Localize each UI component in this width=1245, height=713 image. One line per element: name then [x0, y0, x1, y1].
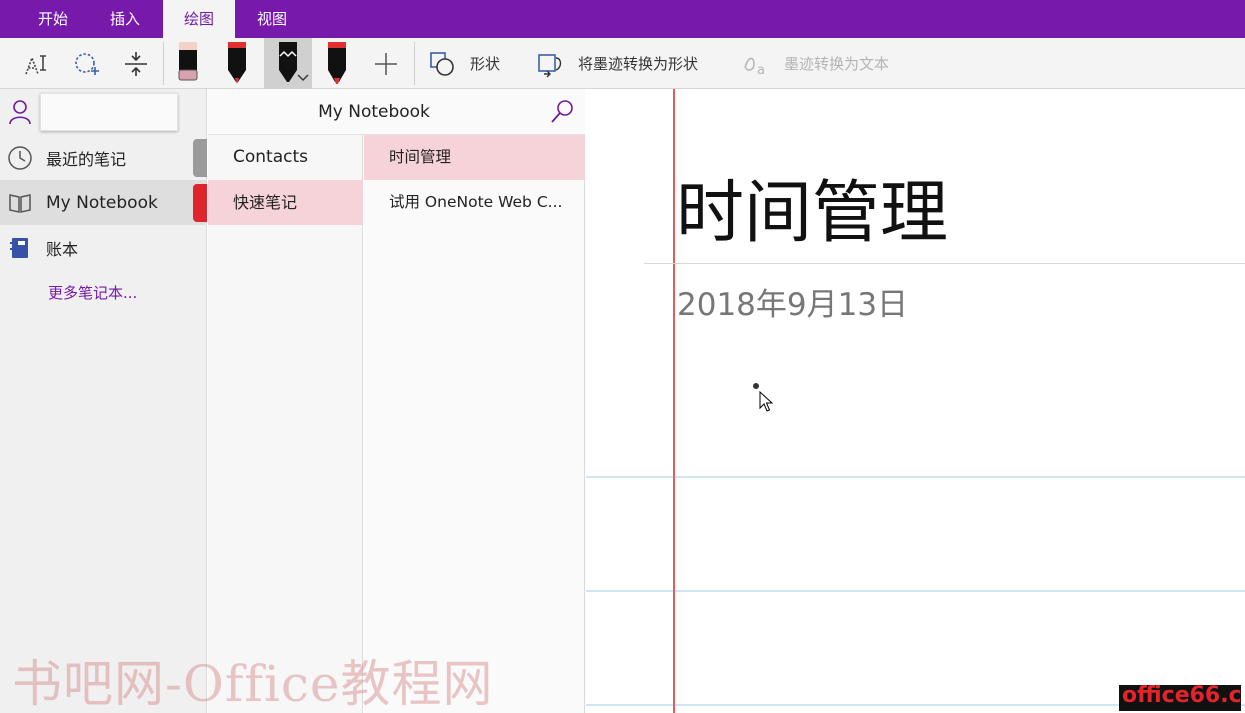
page-try-onenote-web[interactable]: 试用 OneNote Web C... [364, 180, 585, 225]
clock-icon [0, 145, 40, 171]
site-logo: office66.cn [1119, 685, 1241, 711]
insert-space-button[interactable] [116, 38, 156, 89]
nav-item-label: 账本 [46, 239, 79, 259]
tab-home[interactable]: 开始 [18, 0, 88, 38]
site-watermark: 书吧网-Office教程网 [12, 655, 494, 713]
nav-item-my-notebook[interactable]: My Notebook [0, 180, 207, 225]
page-list: 时间管理 试用 OneNote Web C... [364, 135, 585, 713]
tab-draw[interactable]: 绘图 [163, 0, 235, 38]
red-marker-icon [328, 41, 346, 84]
nav-item-label: 最近的笔记 [46, 149, 127, 169]
svg-text:a: a [757, 63, 765, 78]
ink-stroke-dot [753, 383, 759, 389]
notebook-title: My Notebook [318, 102, 430, 122]
ink-to-text-icon: a [744, 57, 765, 78]
title-underline [644, 263, 1245, 264]
section-quick-notes[interactable]: 快速笔记 [208, 180, 363, 225]
tab-view[interactable]: 视图 [237, 0, 307, 38]
highlighter-icon [178, 41, 198, 80]
nav-item-ledger[interactable]: 账本 [0, 225, 207, 270]
ink-to-shape-label: 将墨迹转换为形状 [578, 55, 699, 73]
page-canvas[interactable]: 时间管理 2018年9月13日 [586, 89, 1245, 713]
lasso-select-icon [75, 52, 99, 75]
account-name-box[interactable] [40, 93, 178, 131]
ink-to-shape-button[interactable]: 将墨迹转换为形状 [536, 38, 726, 89]
page-date: 2018年9月13日 [677, 287, 909, 323]
section-color-tab [193, 139, 207, 177]
section-contacts[interactable]: Contacts [208, 135, 363, 180]
rule-line [586, 476, 1245, 478]
more-notebooks-link[interactable]: 更多笔记本... [48, 282, 137, 303]
add-pen-button[interactable] [366, 38, 406, 89]
lasso-text-icon [25, 54, 46, 74]
nav-header [0, 89, 207, 135]
site-logo-text: office66.cn [1122, 685, 1241, 708]
user-icon[interactable] [8, 99, 32, 125]
notebook-icon [0, 192, 40, 214]
shape-button[interactable]: 形状 [428, 38, 520, 89]
ribbon-tab-bar: 开始 插入 绘图 视图 [0, 0, 1245, 38]
red-pen-button[interactable] [218, 38, 256, 89]
ink-to-text-button[interactable]: a 墨迹转换为文本 [742, 38, 914, 89]
page-time-management[interactable]: 时间管理 [364, 135, 585, 180]
shape-icon [430, 51, 454, 76]
section-list: Contacts 快速笔记 [208, 135, 363, 713]
highlighter-pen-button[interactable] [170, 38, 206, 89]
notebook-color-tab [193, 184, 207, 222]
tab-insert[interactable]: 插入 [90, 0, 160, 38]
add-pen-icon [375, 52, 397, 75]
chevron-down-icon[interactable] [297, 73, 309, 83]
notebook-nav-pane: 最近的笔记 My Notebook 账本 更多笔记本... [0, 89, 207, 713]
ink-to-text-label: 墨迹转换为文本 [784, 55, 890, 73]
page-title[interactable]: 时间管理 [676, 157, 948, 256]
notebook-header: My Notebook [208, 89, 585, 135]
toolbar-divider [414, 42, 415, 85]
lasso-text-button[interactable] [16, 38, 56, 89]
red-pen-icon [228, 41, 246, 84]
nav-item-recent-notes[interactable]: 最近的笔记 [0, 135, 207, 180]
rule-line [586, 590, 1245, 592]
nav-item-label: My Notebook [46, 192, 158, 213]
red-marker-button[interactable] [318, 38, 356, 89]
mouse-cursor-icon [759, 391, 773, 412]
black-pen-button[interactable] [264, 38, 312, 89]
insert-space-icon [125, 51, 147, 76]
margin-line [673, 89, 675, 713]
shape-label: 形状 [470, 55, 501, 73]
search-icon[interactable] [549, 99, 575, 125]
notebook-blue-icon [0, 236, 40, 260]
ink-to-shape-icon [538, 53, 562, 77]
toolbar-divider [163, 42, 164, 85]
lasso-select-button[interactable] [66, 38, 106, 89]
draw-toolbar: 形状 将墨迹转换为形状 a 墨迹转换为文本 [0, 38, 1245, 89]
